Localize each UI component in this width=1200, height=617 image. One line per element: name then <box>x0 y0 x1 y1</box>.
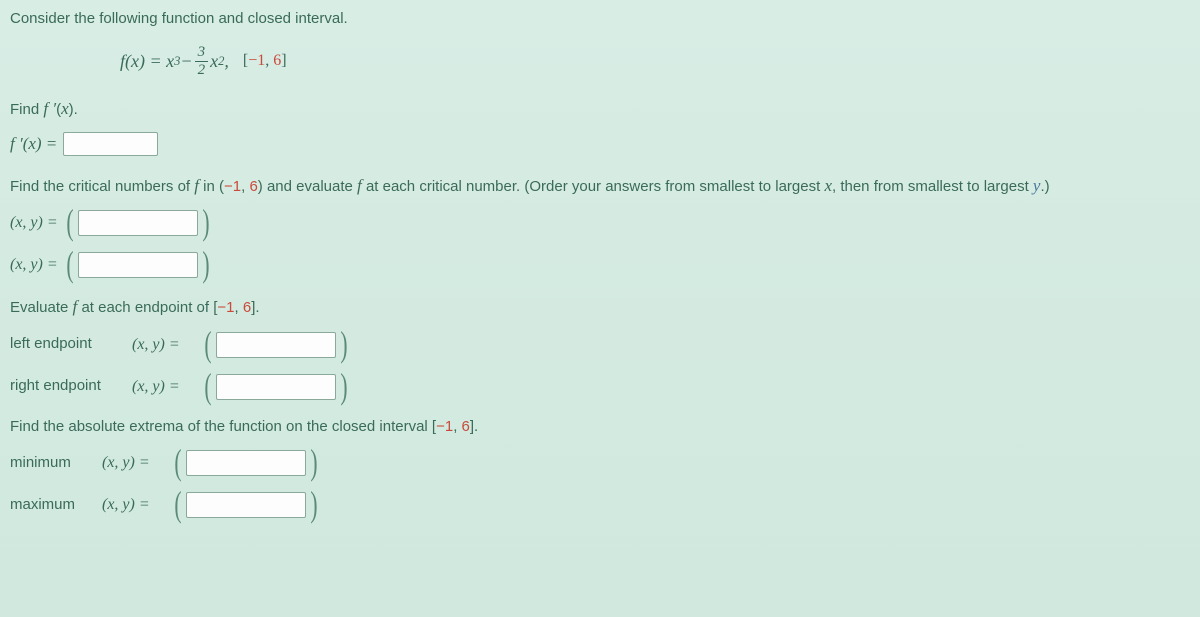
critical-input-2[interactable] <box>78 252 198 278</box>
xy-label-left: (x, y) = <box>132 333 180 357</box>
paren-open-icon: ( <box>174 450 181 475</box>
paren-open-icon: ( <box>204 374 211 399</box>
paren-close-icon: ) <box>340 332 347 357</box>
right-endpoint-label: right endpoint <box>10 375 110 398</box>
left-endpoint-input[interactable] <box>216 332 336 358</box>
minus-sign: − <box>180 48 192 75</box>
right-endpoint-input[interactable] <box>216 374 336 400</box>
minimum-label: minimum <box>10 452 80 475</box>
extrema-instruction: Find the absolute extrema of the functio… <box>10 416 1190 439</box>
xy-label-1: (x, y) = <box>10 211 58 235</box>
comma: , <box>224 48 229 75</box>
fx-eq: f(x) = x <box>120 48 174 75</box>
paren-open-icon: ( <box>204 332 211 357</box>
xy-label-right: (x, y) = <box>132 375 180 399</box>
fprime-input[interactable] <box>63 132 158 156</box>
intro-text: Consider the following function and clos… <box>10 8 1190 31</box>
evaluate-endpoints-text: Evaluate f at each endpoint of [−1, 6]. <box>10 294 1190 320</box>
critical-input-1[interactable] <box>78 210 198 236</box>
maximum-row: maximum (x, y) = ( ) <box>10 492 1190 518</box>
xy-label-min: (x, y) = <box>102 451 150 475</box>
xy-label-2: (x, y) = <box>10 253 58 277</box>
minimum-row: minimum (x, y) = ( ) <box>10 450 1190 476</box>
left-endpoint-row: left endpoint (x, y) = ( ) <box>10 332 1190 358</box>
maximum-label: maximum <box>10 494 80 517</box>
minimum-input[interactable] <box>186 450 306 476</box>
bracket-close: ] <box>281 52 286 69</box>
right-endpoint-row: right endpoint (x, y) = ( ) <box>10 374 1190 400</box>
paren-open-icon: ( <box>66 252 73 277</box>
fprime-row: f ′(x) = <box>10 131 1190 157</box>
critical-row-1: (x, y) = ( ) <box>10 210 1190 236</box>
paren-open-icon: ( <box>66 210 73 235</box>
paren-close-icon: ) <box>202 252 209 277</box>
xy-label-max: (x, y) = <box>102 493 150 517</box>
interval: [−1, 6] <box>243 49 287 73</box>
frac-num: 3 <box>195 45 209 62</box>
paren-close-icon: ) <box>202 210 209 235</box>
paren-close-icon: ) <box>340 374 347 399</box>
find-fprime-label: Find f ′(x). <box>10 96 1190 122</box>
maximum-input[interactable] <box>186 492 306 518</box>
paren-open-icon: ( <box>174 492 181 517</box>
formula-block: f(x) = x 3 − 32x2, [−1, 6] <box>120 45 1190 78</box>
function-formula: f(x) = x 3 − 32x2, <box>120 45 229 78</box>
fprime-eq-label: f ′(x) = <box>10 131 57 157</box>
x-var: x <box>210 48 218 75</box>
critical-instruction: Find the critical numbers of f in (−1, 6… <box>10 173 1190 199</box>
fraction: 32 <box>195 45 209 78</box>
frac-den: 2 <box>195 62 209 78</box>
interval-a: −1 <box>248 52 265 69</box>
critical-row-2: (x, y) = ( ) <box>10 252 1190 278</box>
paren-close-icon: ) <box>310 450 317 475</box>
paren-close-icon: ) <box>310 492 317 517</box>
left-endpoint-label: left endpoint <box>10 333 110 356</box>
